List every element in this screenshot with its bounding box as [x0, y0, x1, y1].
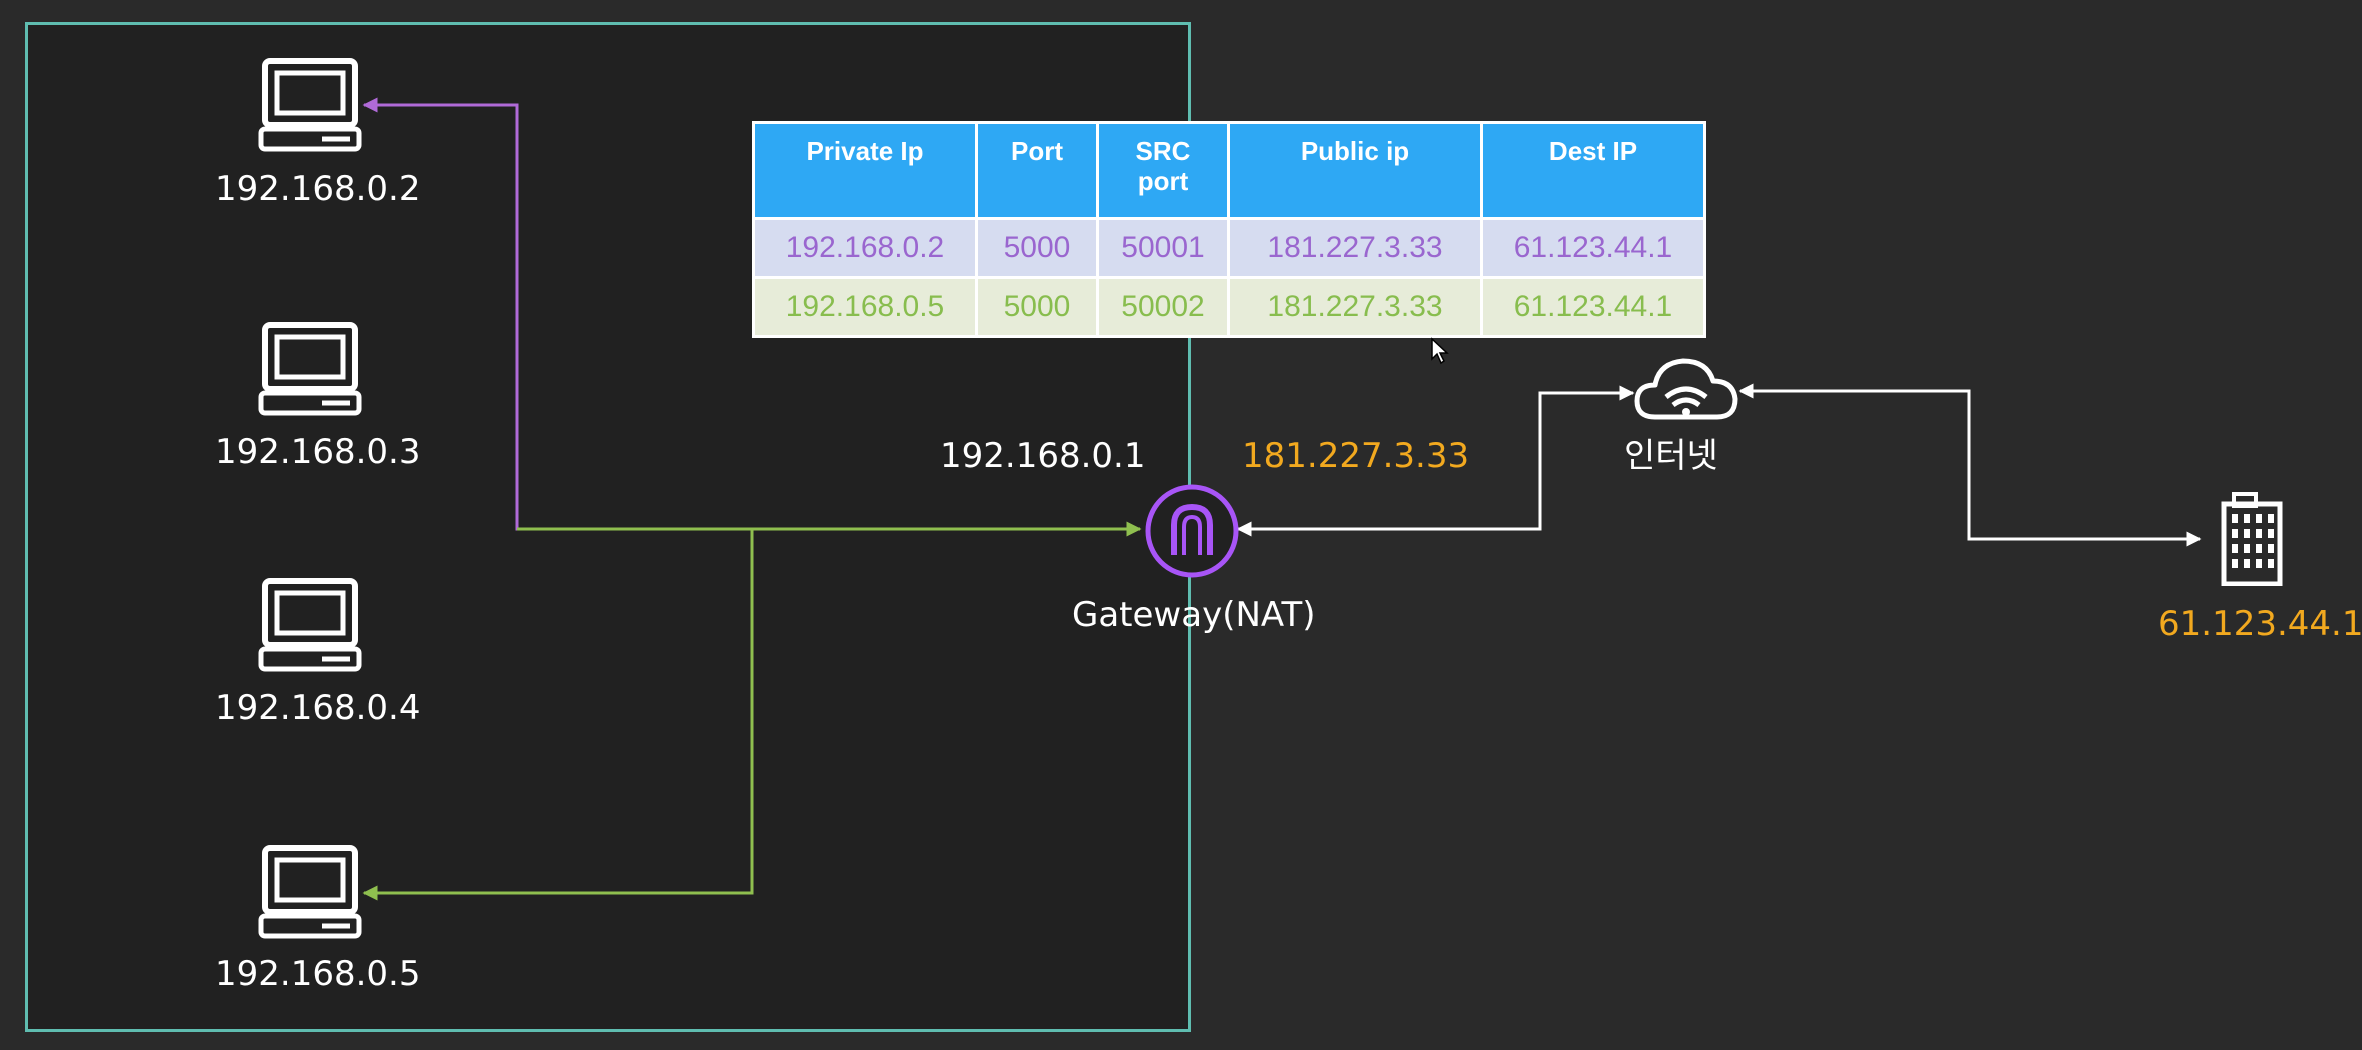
internet-label: 인터넷	[1624, 436, 1718, 476]
desktop-computer-icon	[258, 322, 362, 416]
server-ip: 61.123.44.1	[2158, 604, 2362, 644]
cell-dest-ip: 61.123.44.1	[1480, 217, 1706, 279]
column-header-private-ip: Private Ip	[752, 121, 978, 220]
purple-path-host2	[362, 97, 752, 531]
gateway-public-ip: 181.227.3.33	[1242, 436, 1470, 476]
desktop-computer-icon	[258, 845, 362, 939]
host-ip-label: 192.168.0.5	[215, 954, 421, 994]
cloud-wifi-icon	[1634, 358, 1738, 420]
desktop-computer-icon	[258, 578, 362, 672]
mouse-pointer-icon	[1431, 337, 1449, 365]
cell-port: 5000	[975, 276, 1099, 338]
nat-gateway-icon	[1145, 484, 1239, 578]
table-row: 192.168.0.2 5000 50001 181.227.3.33 61.1…	[752, 217, 1706, 279]
host-ip-label: 192.168.0.2	[215, 169, 421, 209]
host-ip-label: 192.168.0.4	[215, 688, 421, 728]
table-header-row: Private Ip Port SRC port Public ip Dest …	[752, 121, 1706, 220]
cell-public-ip: 181.227.3.33	[1227, 217, 1483, 279]
gateway-private-ip: 192.168.0.1	[940, 436, 1146, 476]
column-header-dest-ip: Dest IP	[1480, 121, 1706, 220]
cell-public-ip: 181.227.3.33	[1227, 276, 1483, 338]
cell-private-ip: 192.168.0.2	[752, 217, 978, 279]
table-row: 192.168.0.5 5000 50002 181.227.3.33 61.1…	[752, 276, 1706, 338]
gateway-name: Gateway(NAT)	[1072, 595, 1316, 635]
green-path-host5-down	[362, 529, 754, 901]
cell-dest-ip: 61.123.44.1	[1480, 276, 1706, 338]
column-header-port: Port	[975, 121, 1099, 220]
column-header-src-port: SRC port	[1096, 121, 1230, 220]
cell-port: 5000	[975, 217, 1099, 279]
cell-src-port: 50002	[1096, 276, 1230, 338]
cell-src-port: 50001	[1096, 217, 1230, 279]
desktop-computer-icon	[258, 58, 362, 152]
column-header-public-ip: Public ip	[1227, 121, 1483, 220]
host-ip-label: 192.168.0.3	[215, 432, 421, 472]
nat-translation-table: Private Ip Port SRC port Public ip Dest …	[752, 121, 1706, 338]
internet-server-link	[1738, 383, 2202, 547]
cell-private-ip: 192.168.0.5	[752, 276, 978, 338]
office-building-icon	[2221, 492, 2283, 586]
